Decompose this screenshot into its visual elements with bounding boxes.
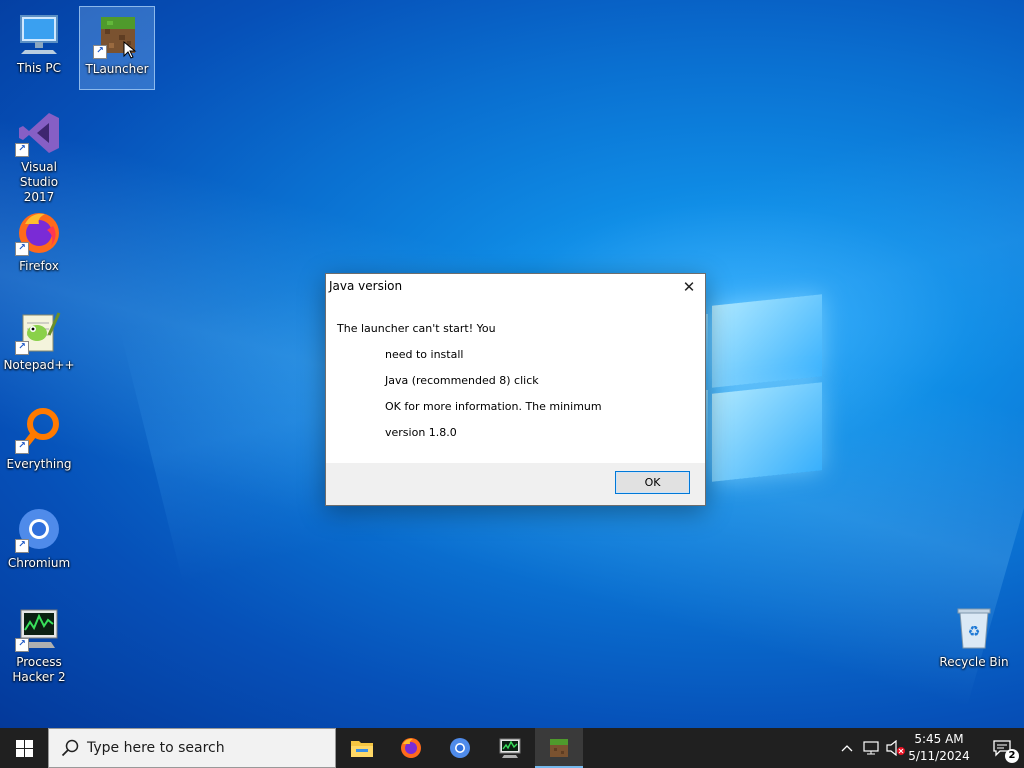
desktop-icon-label: TLauncher [85, 62, 149, 76]
desktop-icon-label: Notepad++ [3, 358, 75, 372]
message-line: Java (recommended 8) click [385, 374, 539, 387]
dialog-footer: OK [326, 463, 705, 505]
firefox-icon: ↗ [15, 208, 63, 256]
desktop-icon-chromium[interactable]: ↗ Chromium [1, 501, 77, 585]
desktop-icon-label: Visual Studio 2017 [19, 160, 59, 204]
desktop-icon-label: Process Hacker 2 [12, 655, 66, 684]
message-line: version 1.8.0 [385, 426, 457, 439]
desktop-icon-tlauncher[interactable]: ↗ TLauncher [79, 6, 155, 90]
dialog-title: Java version [329, 279, 403, 293]
notification-center-button[interactable]: 2 [980, 728, 1024, 768]
svg-text:♻: ♻ [968, 624, 981, 640]
shortcut-arrow-icon: ↗ [15, 242, 29, 256]
chevron-up-icon[interactable] [838, 728, 856, 768]
shortcut-arrow-icon: ↗ [15, 638, 29, 652]
start-button[interactable] [0, 728, 48, 768]
computer-icon [15, 10, 63, 58]
desktop-icon-label: Chromium [7, 556, 71, 570]
clock-date: 5/11/2024 [908, 749, 970, 763]
taskbar-chromium[interactable] [436, 728, 484, 768]
chromium-icon: ↗ [15, 505, 63, 553]
shortcut-arrow-icon: ↗ [15, 440, 29, 454]
visual-studio-icon: ↗ [15, 109, 63, 157]
message-line: OK for more information. The minimum [385, 400, 602, 413]
taskbar-search-box[interactable]: Type here to search [48, 728, 336, 768]
taskbar-firefox[interactable] [387, 728, 435, 768]
desktop-icon-recycle-bin[interactable]: ♻ Recycle Bin [936, 600, 1012, 684]
desktop: This PC ↗ TLauncher ↗ Visual Studio 2017… [0, 0, 1024, 728]
desktop-icon-label: This PC [17, 61, 61, 75]
desktop-icon-label: Recycle Bin [939, 655, 1009, 669]
desktop-icon-firefox[interactable]: ↗ Firefox [1, 204, 77, 288]
recycle-bin-icon: ♻ [950, 604, 998, 652]
windows-logo-icon [15, 739, 33, 757]
desktop-icon-everything[interactable]: ↗ Everything [1, 402, 77, 486]
taskbar: Type here to search 5:45 AM 5/11/2024 2 [0, 728, 1024, 768]
process-hacker-icon [499, 738, 521, 758]
shortcut-arrow-icon: ↗ [93, 45, 107, 59]
notepadpp-icon: ↗ [15, 307, 63, 355]
shortcut-arrow-icon: ↗ [15, 539, 29, 553]
volume-muted-icon[interactable] [884, 728, 906, 768]
taskbar-process-hacker[interactable] [486, 728, 534, 768]
mouse-cursor-icon [123, 41, 137, 59]
shortcut-arrow-icon: ↗ [15, 143, 29, 157]
taskbar-clock[interactable]: 5:45 AM 5/11/2024 [908, 731, 970, 765]
taskbar-tlauncher[interactable] [535, 728, 583, 768]
firefox-icon [401, 738, 421, 758]
java-version-dialog: Java version ✕ The launcher can't start!… [325, 273, 706, 506]
notification-count-badge: 2 [1005, 749, 1019, 763]
desktop-icon-notepadpp[interactable]: ↗ Notepad++ [1, 303, 77, 387]
message-line: The launcher can't start! You [337, 322, 496, 335]
message-line: need to install [385, 348, 464, 361]
desktop-icon-label: Firefox [19, 259, 59, 273]
chromium-icon [450, 738, 470, 758]
desktop-icon-this-pc[interactable]: This PC [1, 6, 77, 90]
minecraft-grass-block-icon: ↗ [93, 11, 141, 59]
close-icon[interactable]: ✕ [673, 274, 705, 300]
clock-time: 5:45 AM [914, 732, 964, 746]
desktop-icon-visual-studio[interactable]: ↗ Visual Studio 2017 [1, 105, 77, 204]
search-magnifier-icon: ↗ [15, 406, 63, 454]
tlauncher-icon [550, 739, 568, 757]
network-icon[interactable] [860, 728, 882, 768]
shortcut-arrow-icon: ↗ [15, 341, 29, 355]
process-hacker-icon: ↗ [15, 604, 63, 652]
search-placeholder: Type here to search [87, 740, 225, 756]
desktop-icon-label: Everything [6, 457, 72, 471]
file-explorer-icon [351, 741, 373, 757]
ok-button[interactable]: OK [615, 471, 690, 494]
taskbar-file-explorer[interactable] [338, 728, 386, 768]
desktop-icon-process-hacker[interactable]: ↗ Process Hacker 2 [1, 600, 77, 684]
search-icon [61, 739, 79, 757]
